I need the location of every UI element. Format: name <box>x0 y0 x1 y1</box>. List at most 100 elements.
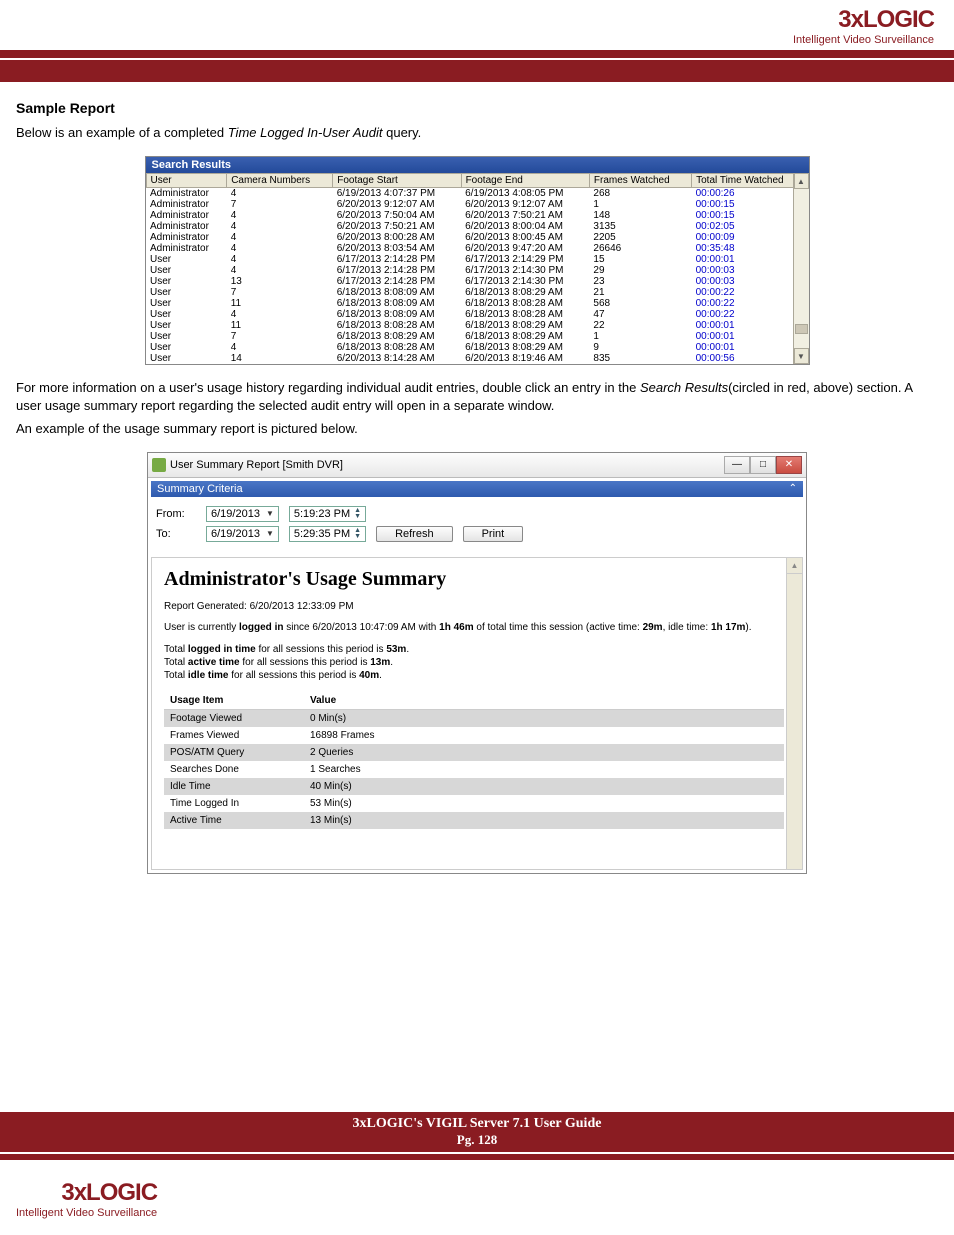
table-cell: 6/18/2013 8:08:28 AM <box>461 309 589 320</box>
scroll-up-icon[interactable]: ▲ <box>787 558 802 574</box>
footer-logo-subtext: Intelligent Video Surveillance <box>16 1207 157 1219</box>
table-row[interactable]: User116/18/2013 8:08:28 AM6/18/2013 8:08… <box>146 320 808 331</box>
mid1-em: Search Results <box>640 380 728 395</box>
to-date-value: 6/19/2013 <box>211 528 260 540</box>
t2d: 13m <box>370 657 390 668</box>
table-row[interactable]: User46/18/2013 8:08:09 AM6/18/2013 8:08:… <box>146 309 808 320</box>
criteria-header[interactable]: Summary Criteria ⌃ <box>151 481 803 497</box>
table-cell: User <box>146 254 227 265</box>
t2c: for all sessions this period is <box>240 657 371 668</box>
search-results-title: Search Results <box>146 157 809 173</box>
usage-row: Active Time13 Min(s) <box>164 812 784 829</box>
table-cell: 14 <box>227 353 333 364</box>
criteria-label: Summary Criteria <box>157 483 243 495</box>
table-row[interactable]: Administrator46/20/2013 7:50:21 AM6/20/2… <box>146 221 808 232</box>
table-cell: User <box>146 353 227 364</box>
table-header[interactable]: Footage End <box>461 174 589 188</box>
table-cell: 6/19/2013 4:08:05 PM <box>461 188 589 200</box>
table-row[interactable]: Administrator76/20/2013 9:12:07 AM6/20/2… <box>146 199 808 210</box>
rsb4: 1h 17m <box>711 622 745 633</box>
mid-paragraph-2: An example of the usage summary report i… <box>16 420 938 438</box>
mid1-pre: For more information on a user's usage h… <box>16 380 640 395</box>
table-cell: 6/17/2013 2:14:28 PM <box>333 276 461 287</box>
scroll-up-icon[interactable]: ▲ <box>794 173 809 189</box>
maximize-button[interactable]: □ <box>750 456 776 474</box>
table-cell: User <box>146 320 227 331</box>
table-cell: 00:00:03 <box>692 276 808 287</box>
table-row[interactable]: User136/17/2013 2:14:28 PM6/17/2013 2:14… <box>146 276 808 287</box>
window-titlebar: User Summary Report [Smith DVR] — □ ✕ <box>148 453 806 478</box>
scroll-thumb[interactable] <box>795 324 808 334</box>
usage-col-value: Value <box>304 692 784 710</box>
table-header[interactable]: Frames Watched <box>589 174 691 188</box>
table-header[interactable]: Camera Numbers <box>227 174 333 188</box>
table-cell: 6/18/2013 8:08:09 AM <box>333 298 461 309</box>
spinner-arrows-icon[interactable]: ▲▼ <box>354 528 361 540</box>
table-row[interactable]: User146/20/2013 8:14:28 AM6/20/2013 8:19… <box>146 353 808 364</box>
close-button[interactable]: ✕ <box>776 456 802 474</box>
table-row[interactable]: User46/18/2013 8:08:28 AM6/18/2013 8:08:… <box>146 342 808 353</box>
table-header[interactable]: User <box>146 174 227 188</box>
table-cell: 2205 <box>589 232 691 243</box>
table-row[interactable]: User116/18/2013 8:08:09 AM6/18/2013 8:08… <box>146 298 808 309</box>
table-row[interactable]: User76/18/2013 8:08:09 AM6/18/2013 8:08:… <box>146 287 808 298</box>
report-generated: Report Generated: 6/20/2013 12:33:09 PM <box>164 601 790 612</box>
table-cell: 15 <box>589 254 691 265</box>
scroll-down-icon[interactable]: ▼ <box>794 348 809 364</box>
scrollbar[interactable]: ▲ ▼ <box>793 173 809 364</box>
t1e: . <box>406 644 409 655</box>
table-row[interactable]: User76/18/2013 8:08:29 AM6/18/2013 8:08:… <box>146 331 808 342</box>
table-cell: 00:00:22 <box>692 287 808 298</box>
report-panel: ▲ Administrator's Usage Summary Report G… <box>151 557 803 870</box>
usage-cell: 1 Searches <box>304 761 784 778</box>
scroll-track[interactable] <box>794 189 809 348</box>
from-date-value: 6/19/2013 <box>211 508 260 520</box>
table-cell: 29 <box>589 265 691 276</box>
from-date-dropdown[interactable]: 6/19/2013▼ <box>206 506 279 522</box>
table-row[interactable]: User46/17/2013 2:14:28 PM6/17/2013 2:14:… <box>146 254 808 265</box>
table-cell: 6/18/2013 8:08:28 AM <box>333 320 461 331</box>
refresh-button[interactable]: Refresh <box>376 526 453 542</box>
from-time-spinner[interactable]: 5:19:23 PM▲▼ <box>289 506 366 522</box>
table-row[interactable]: Administrator46/20/2013 7:50:04 AM6/20/2… <box>146 210 808 221</box>
table-cell: 00:00:15 <box>692 210 808 221</box>
usage-cell: Active Time <box>164 812 304 829</box>
to-time-spinner[interactable]: 5:29:35 PM▲▼ <box>289 526 366 542</box>
report-scrollbar[interactable]: ▲ <box>786 558 802 869</box>
usage-cell: 0 Min(s) <box>304 709 784 727</box>
table-cell: 6/20/2013 8:19:46 AM <box>461 353 589 364</box>
usage-cell: Footage Viewed <box>164 709 304 727</box>
to-date-dropdown[interactable]: 6/19/2013▼ <box>206 526 279 542</box>
usage-cell: 2 Queries <box>304 744 784 761</box>
spinner-arrows-icon[interactable]: ▲▼ <box>354 508 361 520</box>
table-cell: Administrator <box>146 232 227 243</box>
table-row[interactable]: Administrator46/20/2013 8:00:28 AM6/20/2… <box>146 232 808 243</box>
table-cell: 6/18/2013 8:08:29 AM <box>461 287 589 298</box>
table-row[interactable]: Administrator46/20/2013 8:03:54 AM6/20/2… <box>146 243 808 254</box>
usage-cell: Idle Time <box>164 778 304 795</box>
usage-row: POS/ATM Query2 Queries <box>164 744 784 761</box>
table-row[interactable]: Administrator46/19/2013 4:07:37 PM6/19/2… <box>146 188 808 200</box>
intro-em: Time Logged In-User Audit <box>228 125 383 140</box>
table-cell: 3135 <box>589 221 691 232</box>
minimize-button[interactable]: — <box>724 456 750 474</box>
table-cell: 835 <box>589 353 691 364</box>
rsb1: logged in <box>239 622 283 633</box>
t2b: active time <box>188 657 240 668</box>
table-row[interactable]: User46/17/2013 2:14:28 PM6/17/2013 2:14:… <box>146 265 808 276</box>
table-header[interactable]: Total Time Watched <box>692 174 808 188</box>
table-cell: User <box>146 342 227 353</box>
report-totals: Total logged in time for all sessions th… <box>164 643 790 682</box>
table-cell: 00:00:56 <box>692 353 808 364</box>
collapse-icon[interactable]: ⌃ <box>789 483 797 494</box>
table-cell: 00:00:01 <box>692 331 808 342</box>
table-header[interactable]: Footage Start <box>333 174 461 188</box>
logo-text: 3xLOGIC <box>793 6 934 34</box>
table-cell: 4 <box>227 188 333 200</box>
table-cell: 6/18/2013 8:08:09 AM <box>333 287 461 298</box>
table-cell: 4 <box>227 232 333 243</box>
table-cell: 6/17/2013 2:14:28 PM <box>333 254 461 265</box>
t1c: for all sessions this period is <box>256 644 387 655</box>
print-button[interactable]: Print <box>463 526 524 542</box>
table-cell: 6/20/2013 8:03:54 AM <box>333 243 461 254</box>
